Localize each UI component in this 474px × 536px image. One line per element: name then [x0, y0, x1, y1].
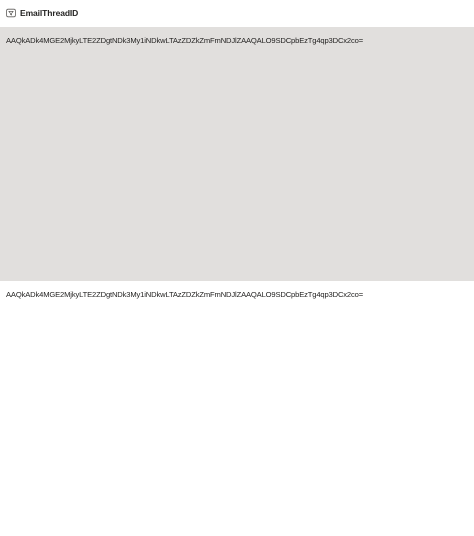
slicer-header: EmailThreadID: [6, 6, 78, 20]
slicer-list: AAQkADk4MGE2MjkyLTE2ZDgtNDk3My1iNDkwLTAz…: [0, 27, 474, 535]
slicer-item-label: AAQkADk4MGE2MjkyLTE2ZDgtNDk3My1iNDkwLTAz…: [6, 290, 364, 299]
slicer-item-label: AAQkADk4MGE2MjkyLTE2ZDgtNDk3My1iNDkwLTAz…: [6, 36, 364, 45]
slicer-title: EmailThreadID: [20, 8, 79, 18]
slicer-item[interactable]: AAQkADk4MGE2MjkyLTE2ZDgtNDk3My1iNDkwLTAz…: [0, 281, 474, 535]
filter-icon[interactable]: [6, 8, 16, 18]
slicer-item-selected[interactable]: AAQkADk4MGE2MjkyLTE2ZDgtNDk3My1iNDkwLTAz…: [0, 27, 474, 281]
